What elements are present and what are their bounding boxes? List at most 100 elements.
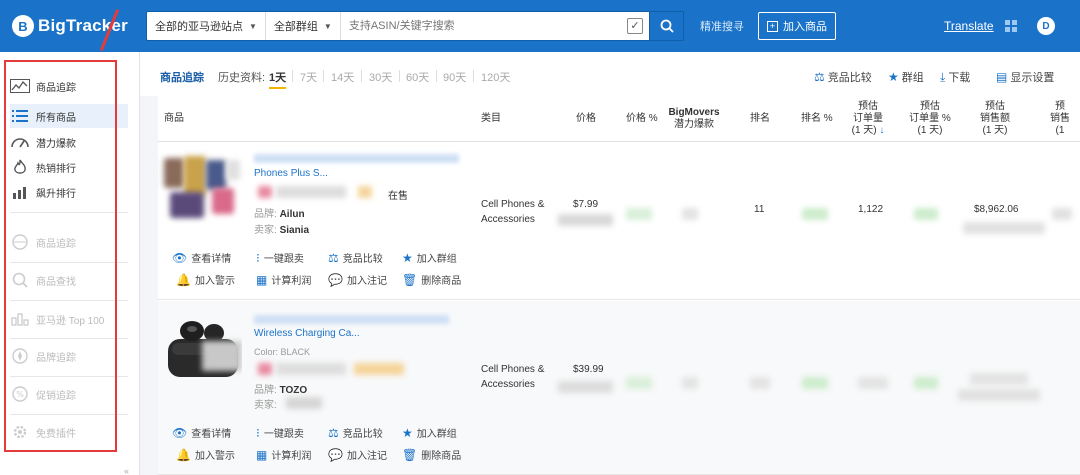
sidebar-item-plugin[interactable]: 免费插件 [10, 420, 128, 444]
sidebar-item-label: 所有商品 [36, 112, 76, 124]
product-title-blur [254, 315, 449, 324]
group-select[interactable]: 全部群组 ▼ [266, 12, 341, 40]
view-detail-button[interactable]: 👁 查看详情 [172, 250, 232, 266]
add-product-button[interactable]: + 加入商品 [758, 12, 836, 40]
add-alert-button[interactable]: 🔔 加入警示 [176, 272, 235, 288]
compare-button[interactable]: ⚖ 竞品比较 [328, 425, 383, 441]
compare-button[interactable]: ⚖ 竞品比较 [328, 250, 383, 266]
add-note-button[interactable]: 💬 加入注记 [328, 272, 387, 288]
bell-icon: 🔔 [176, 447, 191, 462]
history-option-90d[interactable]: 90天 [443, 69, 466, 85]
history-option-60d[interactable]: 60天 [406, 69, 429, 85]
action-label: 加入群组 [416, 429, 457, 440]
header-est-orders[interactable]: 预估 订单量 (1 天) ↓ [848, 101, 888, 137]
badge-blur [276, 186, 346, 198]
sidebar-item-brand[interactable]: 品牌追踪 [10, 344, 128, 368]
header-est-sales[interactable]: 预估 销售额 (1 天) [975, 101, 1015, 137]
sidebar-item-product-tracking[interactable]: 商品追踪 [10, 74, 128, 98]
product-table: 商品 类目 价格 价格 % BigMovers 潜力爆款 排名 排名 % 预估 … [158, 96, 1080, 475]
sidebar-item-potential[interactable]: 潜力爆款 [10, 130, 128, 154]
sidebar-item-promo[interactable]: % 促销追踪 [10, 382, 128, 406]
sales-detail-blur [958, 389, 1040, 401]
marketplace-select[interactable]: 全部的亚马逊站点 ▼ [147, 12, 266, 40]
translate-link[interactable]: Translate [944, 19, 994, 33]
sales-detail-blur [963, 222, 1045, 234]
history-option-1d[interactable]: 1天 [269, 69, 287, 89]
sidebar-item-label: 免费插件 [36, 428, 76, 440]
header-price-pct[interactable]: 价格 % [626, 113, 658, 125]
sidebar-item-top100[interactable]: 亚马逊 Top 100 [10, 307, 128, 331]
rising-chart-icon [10, 184, 30, 200]
percent-icon: % [10, 386, 30, 402]
sales-blur [970, 373, 1028, 385]
delete-product-button[interactable]: 🗑 删除商品 [402, 447, 462, 463]
marketplace-select-label: 全部的亚马逊站点 [155, 21, 243, 33]
display-settings-button[interactable]: ▤ 显示设置 [996, 69, 1054, 85]
add-alert-button[interactable]: 🔔 加入警示 [176, 447, 235, 463]
follow-sell-button[interactable]: ⁝ 一键跟卖 [256, 250, 304, 266]
product-thumbnail[interactable] [162, 154, 240, 224]
sidebar-divider [10, 212, 128, 213]
header-bigmovers[interactable]: BigMovers 潜力爆款 [666, 107, 722, 131]
table-row[interactable]: Phones Plus S... 在售 品牌: Ailun 卖家: Siania… [158, 142, 1080, 300]
header-est-orders-pct[interactable]: 预估 订单量 % (1 天) [905, 101, 955, 137]
thumbnail-blur [184, 156, 206, 196]
product-title[interactable]: Wireless Charging Ca... [254, 328, 360, 339]
compare-tool-button[interactable]: ⚖ 竞品比较 [814, 69, 872, 85]
quick-report-link[interactable]: 精准搜寻 [700, 18, 744, 34]
product-title[interactable]: Phones Plus S... [254, 168, 328, 179]
exact-match-checkbox[interactable]: ✓ [627, 18, 643, 34]
price-cell: $7.99 [573, 199, 599, 210]
search-button[interactable] [649, 12, 683, 40]
display-settings-label: 显示设置 [1010, 72, 1055, 84]
star-icon: ★ [402, 425, 413, 440]
header-rank[interactable]: 排名 [750, 113, 770, 125]
download-tool-button[interactable]: ⤓ 下载 [940, 69, 970, 85]
download-tool-label: 下载 [948, 72, 971, 84]
sidebar-item-find[interactable]: 商品查找 [10, 268, 128, 292]
header-est-sales-l1: 预估 [985, 101, 1005, 112]
sidebar-item-hot[interactable]: 热销排行 [10, 155, 128, 179]
add-group-button[interactable]: ★ 加入群组 [402, 250, 457, 266]
group-tool-button[interactable]: ★ 群组 [888, 69, 924, 85]
sidebar-item-tracking-muted[interactable]: 商品追踪 [10, 230, 128, 254]
download-icon: ⤓ [940, 69, 946, 84]
table-row[interactable]: Wireless Charging Ca... Color: BLACK 品牌:… [158, 301, 1080, 475]
group-select-label: 全部群组 [273, 21, 318, 33]
search-input[interactable] [340, 12, 627, 40]
seller-value[interactable]: Siania [280, 225, 309, 236]
add-group-button[interactable]: ★ 加入群组 [402, 425, 457, 441]
sidebar-collapse-button[interactable]: « [124, 466, 129, 475]
delete-product-button[interactable]: 🗑 删除商品 [402, 272, 462, 288]
star-icon: ★ [888, 70, 899, 84]
action-label: 加入注记 [346, 276, 387, 287]
calc-profit-button[interactable]: ▦ 计算利润 [256, 447, 311, 463]
star-icon: ★ [402, 250, 413, 265]
add-note-button[interactable]: 💬 加入注记 [328, 447, 387, 463]
header-est-sales-pct[interactable]: 预 销售 (1 [1045, 101, 1075, 137]
apps-grid-icon[interactable] [1005, 20, 1017, 32]
bar-chart-icon [10, 311, 30, 327]
history-option-30d[interactable]: 30天 [369, 69, 392, 85]
header-rank-pct[interactable]: 排名 % [801, 113, 833, 125]
sidebar-item-rising[interactable]: 飙升排行 [10, 180, 128, 204]
action-label: 删除商品 [421, 276, 462, 287]
gear-icon [10, 424, 30, 440]
option-divider [323, 70, 324, 82]
follow-sell-button[interactable]: ⁝ 一键跟卖 [256, 425, 304, 441]
product-thumbnail[interactable] [162, 313, 242, 383]
history-option-14d[interactable]: 14天 [331, 69, 354, 85]
view-detail-button[interactable]: 👁 查看详情 [172, 425, 231, 441]
header-category[interactable]: 类目 [481, 113, 501, 125]
sidebar-item-all-products[interactable]: 所有商品 [10, 104, 128, 128]
action-label: 查看详情 [191, 254, 232, 265]
history-option-120d[interactable]: 120天 [481, 69, 510, 85]
action-label: 删除商品 [421, 451, 462, 462]
calc-profit-button[interactable]: ▦ 计算利润 [256, 272, 311, 288]
header-price[interactable]: 价格 [576, 113, 596, 125]
user-avatar[interactable]: D [1037, 17, 1055, 35]
history-option-7d[interactable]: 7天 [300, 69, 317, 85]
header-product[interactable]: 商品 [164, 113, 184, 125]
sidebar-item-label: 商品追踪 [36, 82, 76, 94]
bell-icon: 🔔 [176, 272, 191, 287]
